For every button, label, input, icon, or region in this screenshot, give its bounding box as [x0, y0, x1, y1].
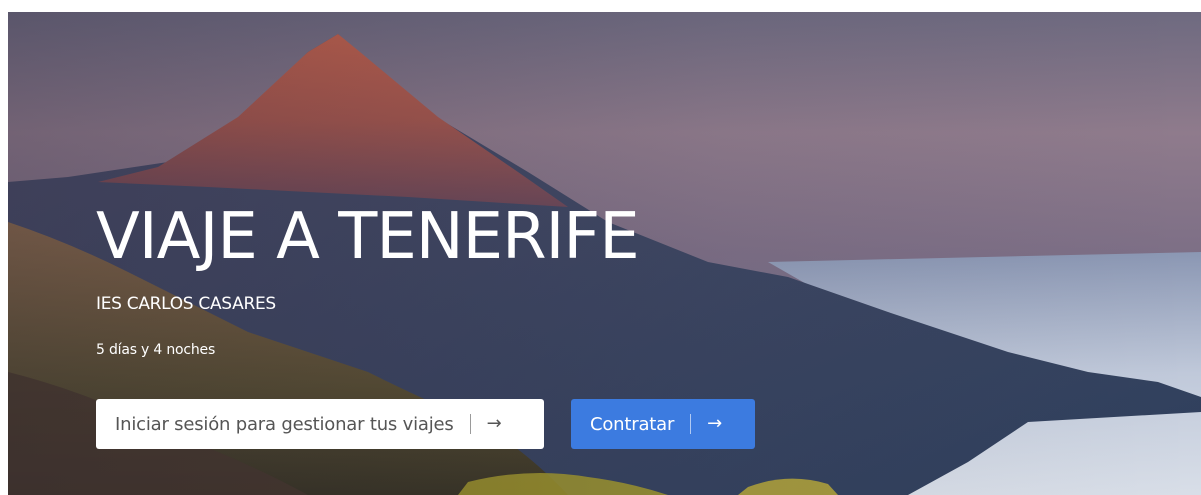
school-name: IES CARLOS CASARES	[96, 294, 276, 314]
trip-duration: 5 días y 4 noches	[96, 342, 216, 358]
button-divider	[690, 414, 692, 434]
login-button-label: Iniciar sesión para gestionar tus viajes	[115, 413, 454, 435]
contract-button-label: Contratar	[590, 413, 675, 435]
contract-button[interactable]: Contratar →	[571, 399, 755, 449]
arrow-right-icon: →	[707, 413, 723, 434]
button-divider	[469, 414, 471, 434]
hero-banner: VIAJE A TENERIFE IES CARLOS CASARES 5 dí…	[8, 12, 1201, 495]
arrow-right-icon: →	[486, 413, 502, 434]
login-button[interactable]: Iniciar sesión para gestionar tus viajes…	[96, 399, 544, 449]
page-title: VIAJE A TENERIFE	[96, 200, 640, 274]
